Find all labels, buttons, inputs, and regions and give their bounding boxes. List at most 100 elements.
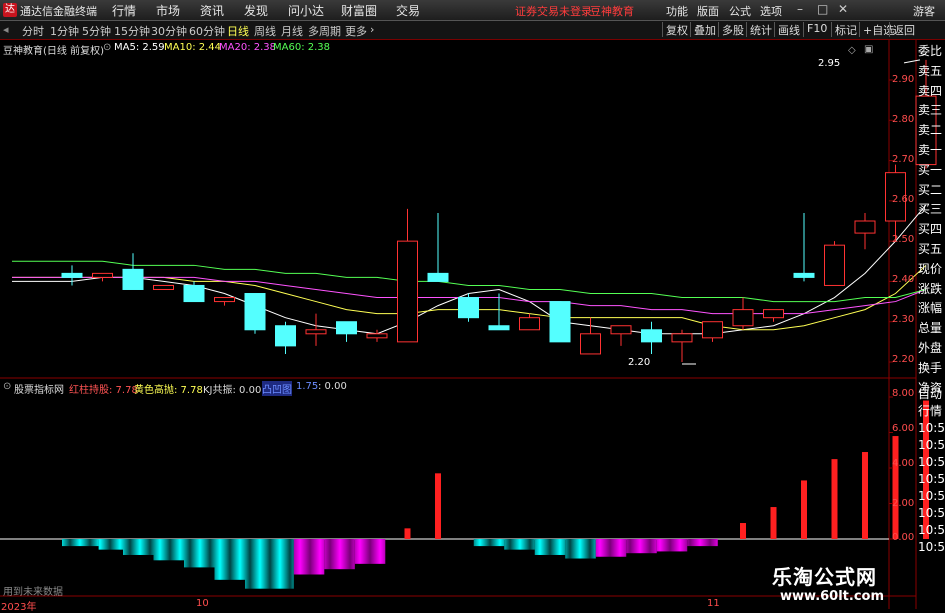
side-item[interactable]: 买五 (918, 240, 945, 260)
side-item[interactable]: 卖一 (918, 141, 945, 161)
side-item[interactable]: 卖二 (918, 121, 945, 141)
candle-body (336, 321, 357, 335)
indicator-neg-bar (534, 539, 566, 555)
indicator-neg-bar (245, 539, 276, 589)
price-tick: 2.80 (892, 114, 915, 125)
indicator-neg-bar (123, 539, 154, 555)
side-time: 10:57 (918, 506, 945, 520)
candle-body (214, 297, 235, 303)
side-item[interactable]: 涨跌 (918, 280, 945, 300)
candle-body (458, 297, 479, 319)
indicator-tick: 8.00 (892, 388, 915, 399)
indicator-neg-bar (62, 539, 99, 547)
yellow-sell-legend: 黄色高抛: 7.78 (134, 385, 203, 396)
candle-body (61, 272, 83, 278)
red-hold-legend: 红柱持股: 7.78 (69, 385, 138, 396)
candle-body (793, 272, 815, 278)
price-tick: 2.40 (892, 274, 915, 285)
side-item[interactable]: 外盘 (918, 339, 945, 359)
candle-body (275, 325, 296, 347)
side-item[interactable]: 委比 (918, 42, 945, 62)
indicator-red-bar (435, 473, 441, 539)
high-price-marker: 2.95 (818, 58, 841, 69)
side-item[interactable]: 卖四 (918, 82, 945, 102)
side-time: 10:50 (918, 421, 945, 435)
indicator-red-bar (831, 459, 838, 539)
side-item[interactable]: 现价 (918, 260, 945, 280)
candle-body (824, 244, 845, 286)
candle-body (763, 309, 784, 319)
indicator-tick: 0.00 (892, 532, 915, 543)
ma10-legend: MA10: 2.44 (164, 42, 222, 53)
last-legend: : 0.00 (318, 381, 347, 392)
candle-body (519, 317, 540, 331)
candle-body (183, 284, 205, 303)
candle-body (610, 325, 632, 335)
x-axis-label: 11 (707, 598, 720, 609)
side-item[interactable]: 涨幅 (918, 299, 945, 319)
side-item[interactable]: 总量 (918, 319, 945, 339)
price-tick: 2.30 (892, 314, 915, 325)
side-time: 10:57 (918, 489, 945, 503)
side-item[interactable]: 买一 (918, 161, 945, 181)
side-item[interactable]: 买二 (918, 181, 945, 201)
convex-legend: 凸凹图 (262, 381, 292, 396)
candle-body (427, 272, 449, 282)
panel-toggle-icon[interactable]: ▣ (864, 44, 873, 55)
indicator-neg-bar (153, 539, 184, 561)
side-item[interactable]: 买三 (918, 200, 945, 220)
side-item[interactable]: 卖五 (918, 62, 945, 82)
candle-body (92, 272, 113, 278)
candle-body (244, 293, 266, 331)
x-axis-label: 10 (196, 598, 209, 609)
quote-side-panel: 委比 卖五 卖四 卖三 卖二 卖一 买一 买二 买三 买四 买五 现价 涨跌 涨… (918, 42, 945, 398)
candle-body (366, 333, 388, 339)
indicator-settings-icon[interactable]: ⊙ (3, 381, 11, 392)
side-item[interactable]: 买四 (918, 220, 945, 240)
tick-side-panel: 自动 行情 10:50 10:50 10:50 10:5 10:57 10:57… (918, 386, 945, 556)
candle-body (641, 329, 662, 343)
indicator-neg-bar (473, 539, 505, 547)
side-time: 10:5 (918, 472, 945, 486)
price-tick: 2.20 (892, 354, 915, 365)
settings-icon[interactable]: ⊙ (103, 42, 111, 53)
side-time: 10:57 (918, 540, 945, 554)
side-item[interactable]: 自动 (918, 386, 945, 403)
indicator-neg-bar (214, 539, 245, 580)
candle-body (702, 321, 723, 339)
indicator-neg-bar (687, 539, 718, 547)
future-data-note: 用到未来数据 (3, 587, 63, 598)
candle-body (153, 284, 174, 290)
candle-body (488, 325, 510, 331)
side-item[interactable]: 换手 (918, 359, 945, 379)
kline-chart[interactable] (0, 0, 945, 609)
diamond-icon[interactable]: ◇ (848, 45, 856, 56)
ma5-legend: MA5: 2.59 (114, 42, 165, 53)
indicator-neg-bar (293, 539, 325, 575)
indicator-neg-bar (565, 539, 596, 559)
indicator-tick: 6.00 (892, 423, 915, 434)
indicator-name: 股票指标网 (14, 385, 64, 396)
candle-body (732, 309, 754, 327)
convex-value: 1.75 (296, 381, 319, 392)
price-tick: 2.50 (892, 234, 915, 245)
indicator-neg-bar (184, 539, 215, 568)
side-time: 10:50 (918, 438, 945, 452)
indicator-red-bar (740, 523, 746, 539)
indicator-neg-bar (595, 539, 627, 557)
indicator-red-bar (801, 480, 807, 539)
indicator-neg-bar (626, 539, 657, 554)
side-item[interactable]: 卖三 (918, 101, 945, 121)
indicator-neg-bar (275, 539, 294, 589)
low-price-marker: 2.20 (628, 357, 651, 368)
indicator-red-bar (770, 507, 777, 539)
indicator-red-bar (862, 452, 868, 539)
side-time: 10:57 (918, 523, 945, 537)
indicator-tick: 4.00 (892, 458, 915, 469)
candle-body (580, 333, 601, 355)
side-item[interactable]: 行情 (918, 403, 945, 420)
x-axis-label: 2023年 (1, 602, 37, 613)
kj-legend: KJ共振: 0.00 (203, 385, 262, 396)
watermark-text: 乐淘公式网 (772, 565, 877, 589)
indicator-neg-bar (354, 539, 386, 564)
